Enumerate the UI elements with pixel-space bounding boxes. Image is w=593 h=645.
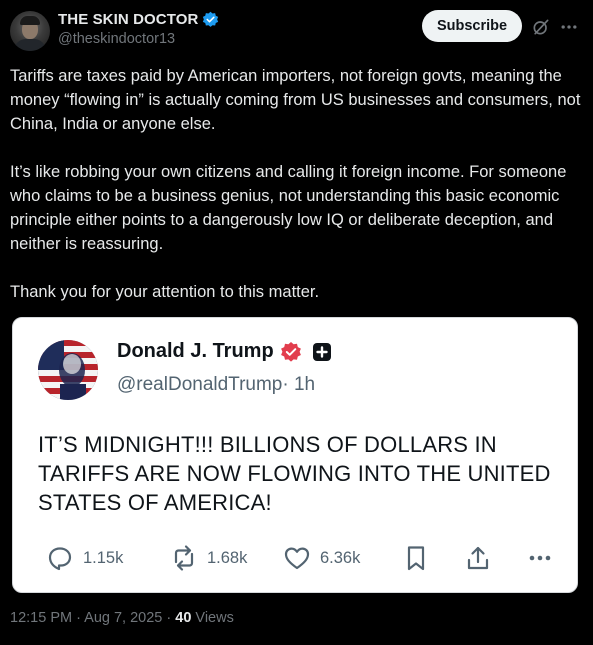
more-icon[interactable] — [559, 17, 579, 37]
post-paragraph: Thank you for your attention to this mat… — [10, 283, 320, 301]
author-name-row: THE SKIN DOCTOR — [58, 11, 219, 28]
share-action — [464, 544, 492, 572]
like-action: 6.36k — [283, 544, 360, 572]
embedded-name-row: Donald J. Trump — [117, 340, 332, 363]
reply-icon — [48, 547, 72, 571]
plus-icon — [312, 342, 331, 361]
embedded-avatar — [38, 340, 98, 400]
subscribe-button[interactable]: Subscribe — [422, 10, 522, 42]
author-display-name[interactable]: THE SKIN DOCTOR — [58, 11, 198, 28]
like-count: 6.36k — [320, 548, 361, 567]
embedded-text: IT’S MIDNIGHT!!! BILLIONS OF DOLLARS IN … — [38, 432, 551, 515]
author-handle[interactable]: @theskindoctor13 — [58, 31, 175, 47]
embedded-action-bar: 1.15k 1.68k 6.36k — [46, 544, 561, 580]
more-action — [526, 544, 554, 572]
post-metadata: 12:15 PM · Aug 7, 2025 · 40 Views — [10, 610, 234, 626]
like-icon — [284, 547, 310, 570]
post-body: Tariffs are taxes paid by American impor… — [10, 64, 585, 304]
repost-icon — [174, 545, 194, 571]
author-avatar[interactable] — [10, 11, 50, 51]
post-header: THE SKIN DOCTOR @theskindoctor13 Subscri… — [10, 8, 585, 54]
more-icon — [529, 555, 551, 561]
reply-count: 1.15k — [83, 548, 124, 567]
embedded-display-name: Donald J. Trump — [117, 340, 274, 362]
views-count: 40 — [175, 610, 192, 626]
reply-action: 1.15k — [46, 544, 123, 572]
embedded-handle: @realDonaldTrump — [117, 374, 283, 395]
embedded-time: · 1h — [282, 374, 316, 395]
post-timestamp[interactable]: 12:15 PM · Aug 7, 2025 · — [10, 610, 175, 626]
repost-count: 1.68k — [207, 548, 248, 567]
repost-action: 1.68k — [170, 544, 247, 572]
embedded-handle-row: @realDonaldTrump · 1h — [117, 374, 315, 396]
views-label: Views — [191, 610, 234, 626]
verified-icon — [203, 11, 219, 27]
bookmark-icon — [407, 546, 425, 571]
embedded-post-image[interactable]: Donald J. Trump @realDonaldTrump · 1h IT… — [12, 317, 578, 593]
bookmark-action — [402, 544, 430, 572]
verified-icon — [280, 341, 301, 362]
post-paragraph: It’s like robbing your own citizens and … — [10, 163, 567, 253]
grok-icon[interactable] — [531, 17, 551, 37]
share-icon — [467, 546, 489, 570]
post-paragraph: Tariffs are taxes paid by American impor… — [10, 67, 581, 133]
